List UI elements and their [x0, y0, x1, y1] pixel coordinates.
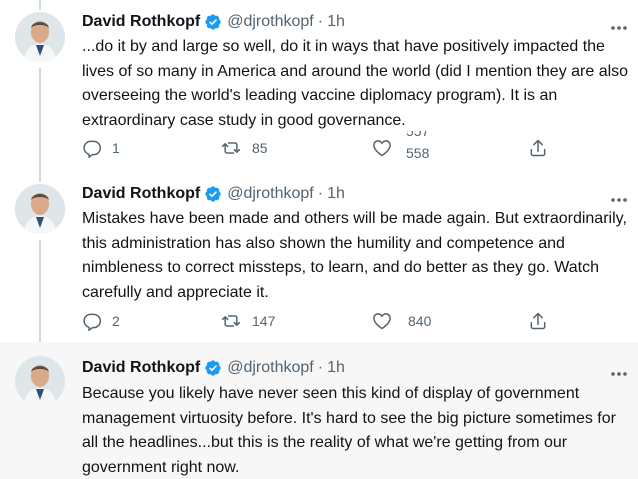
avatar[interactable] — [15, 184, 65, 234]
share-button[interactable] — [528, 311, 548, 331]
heart-icon — [373, 140, 391, 157]
tweet-text: Because you likely have never seen this … — [82, 385, 616, 476]
separator: · — [317, 185, 324, 202]
separator: · — [317, 359, 324, 376]
reply-icon — [83, 313, 102, 331]
tweet-text: Mistakes have been made and others will … — [82, 210, 627, 301]
tweet-header: David Rothkopf @djrothkopf · 1h — [82, 358, 345, 378]
retweet-count: 85 — [252, 140, 268, 156]
retweet-count: 147 — [252, 313, 276, 329]
reply-count: 1 — [112, 140, 120, 156]
like-button[interactable] — [372, 138, 392, 158]
verified-badge-icon — [204, 13, 222, 31]
reply-count: 2 — [112, 313, 120, 329]
author-handle[interactable]: @djrothkopf — [227, 359, 314, 377]
verified-badge-icon — [204, 185, 222, 203]
author-name[interactable]: David Rothkopf — [82, 359, 200, 377]
retweet-icon — [221, 142, 241, 154]
verified-badge-icon — [204, 359, 222, 377]
timestamp[interactable]: 1h — [327, 13, 345, 31]
author-name[interactable]: David Rothkopf — [82, 13, 200, 31]
like-count-previous: 557 — [406, 131, 430, 139]
retweet-icon — [221, 315, 241, 327]
tweet[interactable]: David Rothkopf @djrothkopf · 1h Because … — [0, 342, 638, 479]
tweet-feed: David Rothkopf @djrothkopf · 1h ...do it… — [0, 0, 638, 479]
tweet-header: David Rothkopf @djrothkopf · 1h — [82, 12, 345, 32]
tweet[interactable]: David Rothkopf @djrothkopf · 1h ...do it… — [0, 0, 638, 172]
retweet-button[interactable]: 147 — [220, 311, 275, 331]
author-handle[interactable]: @djrothkopf — [227, 13, 314, 31]
share-icon — [530, 312, 546, 330]
avatar[interactable] — [15, 356, 65, 406]
reply-icon — [83, 140, 102, 158]
like-count: 840 — [408, 313, 432, 329]
share-button[interactable] — [528, 138, 548, 158]
timestamp[interactable]: 1h — [327, 359, 345, 377]
tweet[interactable]: David Rothkopf @djrothkopf · 1h Mistakes… — [0, 172, 638, 342]
share-icon — [530, 139, 546, 157]
author-handle[interactable]: @djrothkopf — [227, 185, 314, 203]
more-icon[interactable] — [610, 18, 628, 30]
like-count-rolling: 557 558 — [406, 131, 446, 161]
reply-button[interactable]: 1 — [82, 138, 120, 158]
separator: · — [317, 13, 324, 30]
more-icon[interactable] — [610, 190, 628, 202]
timestamp[interactable]: 1h — [327, 185, 345, 203]
retweet-button[interactable]: 85 — [220, 138, 268, 158]
tweet-text: ...do it by and large so well, do it in … — [82, 38, 629, 129]
more-icon[interactable] — [610, 364, 628, 376]
avatar[interactable] — [15, 12, 65, 62]
author-name[interactable]: David Rothkopf — [82, 185, 200, 203]
tweet-header: David Rothkopf @djrothkopf · 1h — [82, 184, 345, 204]
heart-icon — [373, 313, 391, 330]
like-button[interactable]: 840 — [372, 311, 431, 331]
like-count: 558 — [406, 145, 430, 161]
reply-button[interactable]: 2 — [82, 311, 120, 331]
